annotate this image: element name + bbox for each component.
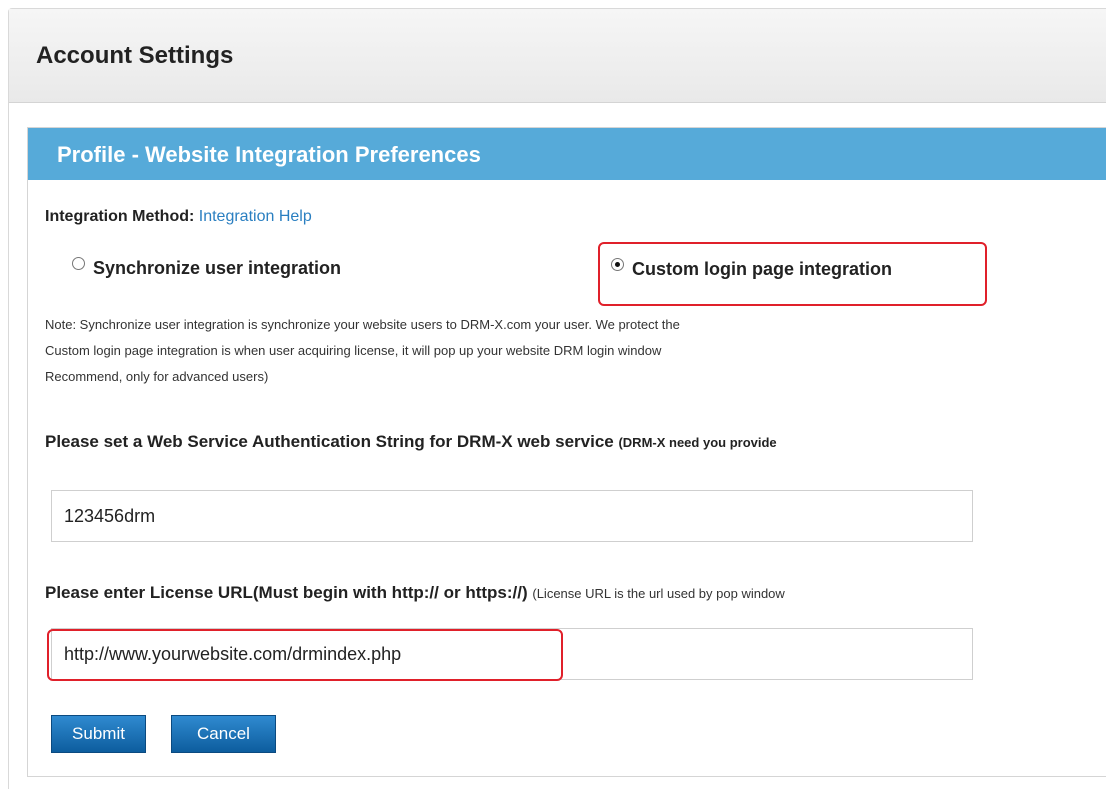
panel-header: Profile - Website Integration Preference… (28, 128, 1106, 180)
auth-string-input[interactable] (51, 490, 973, 542)
custom-login-label: Custom login page integration (632, 259, 892, 279)
submit-button[interactable]: Submit (51, 715, 146, 753)
license-url-highlight (47, 629, 563, 681)
integration-method-row: Integration Method: Integration Help (45, 208, 312, 226)
auth-string-label-row: Please set a Web Service Authentication … (45, 432, 777, 452)
page-header: Account Settings (9, 9, 1106, 103)
license-url-hint: (License URL is the url used by pop wind… (532, 586, 785, 601)
custom-login-radio[interactable] (611, 258, 624, 271)
auth-string-hint: (DRM-X need you provide (618, 435, 777, 450)
license-url-label: Please enter License URL(Must begin with… (45, 583, 528, 602)
auth-string-label: Please set a Web Service Authentication … (45, 432, 614, 451)
cancel-button[interactable]: Cancel (171, 715, 276, 753)
integration-preferences-panel: Profile - Website Integration Preference… (27, 127, 1106, 777)
synchronize-user-option[interactable]: Synchronize user integration (72, 257, 342, 279)
license-url-label-row: Please enter License URL(Must begin with… (45, 583, 785, 603)
note-line: Custom login page integration is when us… (45, 343, 662, 358)
page-title: Account Settings (36, 42, 234, 69)
account-settings-container: Account Settings Profile - Website Integ… (8, 8, 1106, 789)
note-line: Note: Synchronize user integration is sy… (45, 317, 680, 332)
synchronize-user-label: Synchronize user integration (93, 258, 342, 278)
integration-method-label: Integration Method: (45, 208, 195, 225)
panel-title: Profile - Website Integration Preference… (57, 142, 481, 167)
custom-login-option[interactable]: Custom login page integration (611, 258, 892, 280)
note-line: Recommend, only for advanced users) (45, 369, 269, 384)
integration-help-link[interactable]: Integration Help (199, 208, 312, 225)
integration-note: Note: Synchronize user integration is sy… (45, 312, 1105, 390)
synchronize-user-radio[interactable] (72, 257, 85, 270)
